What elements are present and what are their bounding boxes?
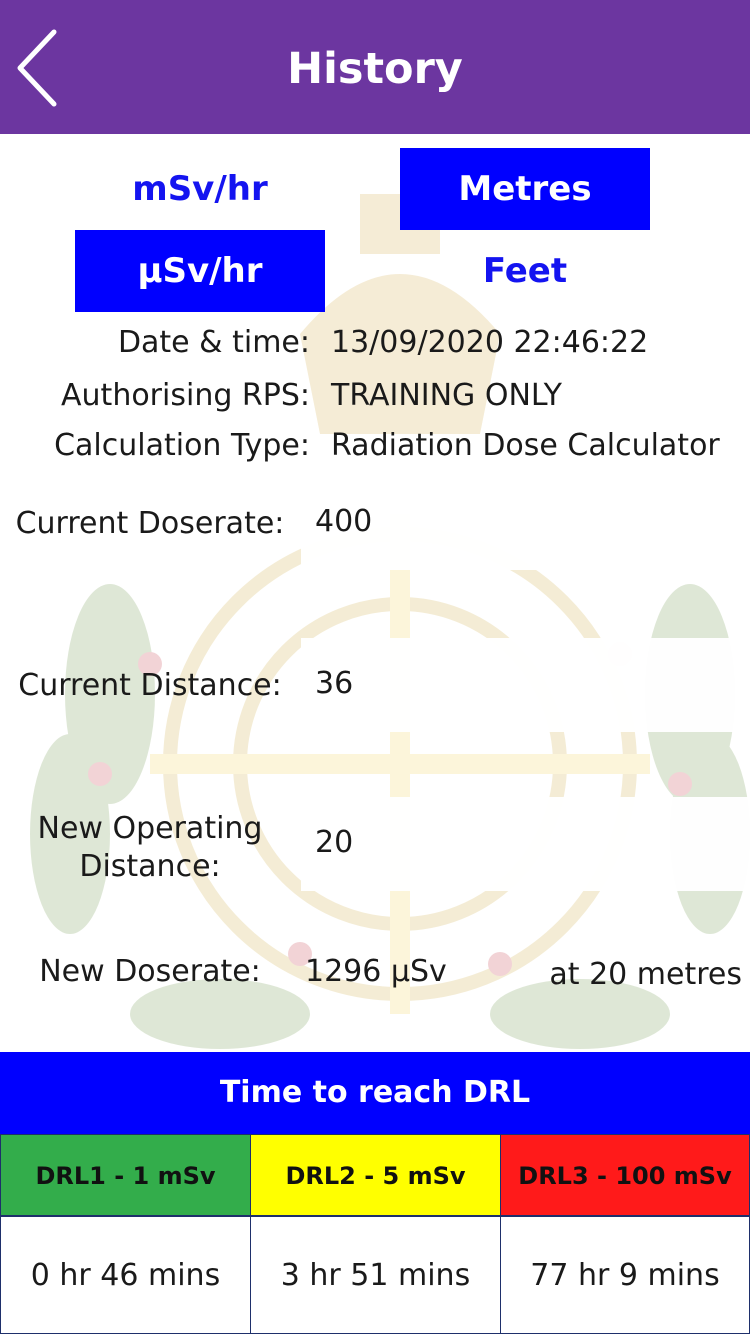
datetime-value: 13/09/2020 22:46:22: [331, 325, 649, 360]
new-distance-label-line1: New Operating: [37, 811, 263, 846]
drl1-time: 0 hr 46 mins: [0, 1216, 251, 1334]
current-distance-label: Current Distance:: [18, 668, 282, 703]
chevron-left-icon[interactable]: [14, 28, 64, 108]
current-doserate-value: 400: [315, 504, 373, 539]
drl2-time: 3 hr 51 mins: [250, 1216, 501, 1334]
rps-value: TRAINING ONLY: [331, 378, 562, 413]
drl-title-bar: Time to reach DRL: [0, 1052, 750, 1134]
drl1-header: DRL1 - 1 mSv: [0, 1134, 251, 1216]
new-distance-value: 20: [315, 825, 354, 860]
new-doserate-label: New Doserate:: [39, 954, 261, 989]
drl2-header: DRL2 - 5 mSv: [250, 1134, 501, 1216]
new-doserate-value: 1296 μSv: [305, 954, 447, 989]
current-distance-value: 36: [315, 666, 354, 701]
new-doserate-distance: at 20 metres: [549, 957, 742, 992]
current-doserate-label: Current Doserate:: [15, 506, 285, 541]
page-title: History: [287, 44, 463, 94]
calc-type-value: Radiation Dose Calculator: [331, 428, 720, 463]
datetime-label: Date & time:: [117, 325, 310, 360]
header-bar: History: [0, 0, 750, 134]
new-distance-field[interactable]: 20: [301, 797, 750, 891]
unit-feet-button[interactable]: Feet: [400, 230, 650, 312]
new-distance-label-line2: Distance:: [79, 849, 221, 884]
new-distance-label: New Operating Distance:: [0, 810, 300, 886]
current-doserate-field[interactable]: 400: [301, 476, 750, 570]
drl3-header: DRL3 - 100 mSv: [500, 1134, 750, 1216]
unit-usv-button[interactable]: μSv/hr: [75, 230, 325, 312]
current-distance-field[interactable]: 36: [301, 638, 750, 732]
drl3-time: 77 hr 9 mins: [500, 1216, 750, 1334]
unit-metres-button[interactable]: Metres: [400, 148, 650, 230]
calc-type-label: Calculation Type:: [54, 428, 310, 463]
unit-msv-button[interactable]: mSv/hr: [75, 148, 325, 230]
rps-label: Authorising RPS:: [61, 378, 310, 413]
